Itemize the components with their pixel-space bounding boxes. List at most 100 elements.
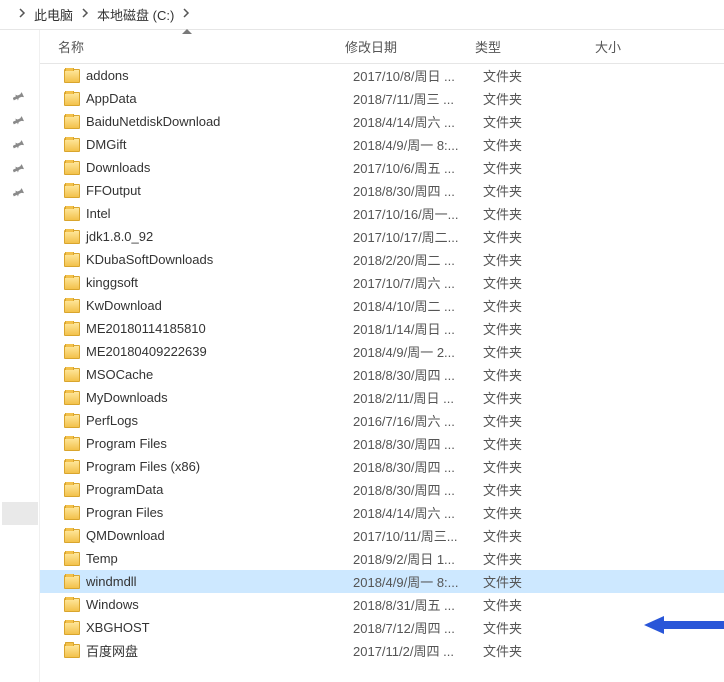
cell-type: 文件夹 bbox=[483, 549, 603, 568]
cell-type: 文件夹 bbox=[483, 135, 603, 154]
pin-icon[interactable] bbox=[11, 112, 29, 130]
file-row[interactable]: Program Files2018/8/30/周四 ...文件夹 bbox=[40, 432, 724, 455]
file-name-label: jdk1.8.0_92 bbox=[86, 229, 153, 244]
file-row[interactable]: DMGift2018/4/9/周一 8:...文件夹 bbox=[40, 133, 724, 156]
cell-date: 2017/10/8/周日 ... bbox=[353, 66, 483, 85]
file-row[interactable]: MyDownloads2018/2/11/周日 ...文件夹 bbox=[40, 386, 724, 409]
file-row[interactable]: kinggsoft2017/10/7/周六 ...文件夹 bbox=[40, 271, 724, 294]
breadcrumb[interactable]: 此电脑 本地磁盘 (C:) bbox=[0, 0, 724, 30]
pin-icon[interactable] bbox=[11, 88, 29, 106]
cell-date: 2018/8/30/周四 ... bbox=[353, 434, 483, 453]
file-rows: addons2017/10/8/周日 ...文件夹 AppData 2018/7/1… bbox=[40, 64, 724, 682]
file-row[interactable]: 百度网盘2017/11/2/周四 ...文件夹 bbox=[40, 639, 724, 662]
cell-name: ProgramData bbox=[64, 482, 353, 497]
column-header-label: 大小 bbox=[595, 37, 621, 56]
file-name-label: MSOCache bbox=[86, 367, 153, 382]
file-name-label: ME20180114185810 bbox=[86, 321, 206, 336]
cell-name: Intel bbox=[64, 206, 353, 221]
file-row[interactable]: QMDownload2017/10/11/周三...文件夹 bbox=[40, 524, 724, 547]
chevron-right-icon bbox=[81, 8, 89, 21]
cell-type: 文件夹 bbox=[483, 181, 603, 200]
folder-icon bbox=[64, 414, 80, 428]
file-row[interactable]: KDubaSoftDownloads2018/2/20/周二 ...文件夹 bbox=[40, 248, 724, 271]
folder-icon bbox=[64, 322, 80, 336]
folder-icon bbox=[64, 207, 80, 221]
file-row[interactable]: ProgramData2018/8/30/周四 ...文件夹 bbox=[40, 478, 724, 501]
file-row[interactable]: windmdll2018/4/9/周一 8:...文件夹 bbox=[40, 570, 724, 593]
file-row[interactable]: ME201801141858102018/1/14/周日 ...文件夹 bbox=[40, 317, 724, 340]
file-name-label: AppData bbox=[86, 91, 137, 106]
cell-name: MSOCache bbox=[64, 367, 353, 382]
cell-date: 2017/10/7/周六 ... bbox=[353, 273, 483, 292]
file-row[interactable]: Temp 2018/9/2/周日 1...文件夹 bbox=[40, 547, 724, 570]
column-headers: 名称 修改日期 类型 大小 bbox=[40, 30, 724, 64]
file-row[interactable]: Windows2018/8/31/周五 ...文件夹 bbox=[40, 593, 724, 616]
cell-date: 2018/4/14/周六 ... bbox=[353, 503, 483, 522]
file-row[interactable]: AppData2018/7/11/周三 ...文件夹 bbox=[40, 87, 724, 110]
cell-name: BaiduNetdiskDownload bbox=[64, 114, 353, 129]
file-name-label: Downloads bbox=[86, 160, 150, 175]
cell-name: AppData bbox=[64, 91, 353, 106]
cell-date: 2018/7/12/周四 ... bbox=[353, 618, 483, 637]
file-row[interactable]: Program Files (x86)2018/8/30/周四 ...文件夹 bbox=[40, 455, 724, 478]
cell-type: 文件夹 bbox=[483, 319, 603, 338]
column-header-size[interactable]: 大小 bbox=[585, 30, 685, 63]
file-list-area: 名称 修改日期 类型 大小 addons2017/10/8/周日 ...文件夹 A… bbox=[40, 30, 724, 682]
cell-date: 2018/9/2/周日 1... bbox=[353, 549, 483, 568]
folder-icon bbox=[64, 276, 80, 290]
cell-date: 2017/10/17/周二... bbox=[353, 227, 483, 246]
breadcrumb-item[interactable]: 此电脑 bbox=[32, 5, 75, 24]
cell-type: 文件夹 bbox=[483, 342, 603, 361]
cell-name: 百度网盘 bbox=[64, 641, 353, 660]
breadcrumb-item[interactable]: 本地磁盘 (C:) bbox=[95, 5, 176, 24]
column-header-type[interactable]: 类型 bbox=[465, 30, 585, 63]
cell-date: 2018/8/31/周五 ... bbox=[353, 595, 483, 614]
cell-date: 2018/8/30/周四 ... bbox=[353, 480, 483, 499]
folder-icon bbox=[64, 299, 80, 313]
file-row[interactable]: Progran Files2018/4/14/周六 ...文件夹 bbox=[40, 501, 724, 524]
folder-icon bbox=[64, 437, 80, 451]
cell-date: 2018/7/11/周三 ... bbox=[353, 89, 483, 108]
cell-name: KwDownload bbox=[64, 298, 353, 313]
pin-icon[interactable] bbox=[11, 160, 29, 178]
pin-icon[interactable] bbox=[11, 184, 29, 202]
cell-date: 2016/7/16/周六 ... bbox=[353, 411, 483, 430]
file-row[interactable]: Downloads2017/10/6/周五 ...文件夹 bbox=[40, 156, 724, 179]
file-row[interactable]: MSOCache2018/8/30/周四 ...文件夹 bbox=[40, 363, 724, 386]
folder-icon bbox=[64, 253, 80, 267]
cell-type: 文件夹 bbox=[483, 434, 603, 453]
folder-icon bbox=[64, 69, 80, 83]
cell-type: 文件夹 bbox=[483, 526, 603, 545]
column-header-date[interactable]: 修改日期 bbox=[335, 30, 465, 63]
pin-icon[interactable] bbox=[11, 136, 29, 154]
column-header-label: 类型 bbox=[475, 37, 501, 56]
column-header-label: 修改日期 bbox=[345, 37, 397, 56]
column-header-name[interactable]: 名称 bbox=[40, 30, 335, 63]
folder-icon bbox=[64, 575, 80, 589]
file-name-label: ProgramData bbox=[86, 482, 163, 497]
file-name-label: XBGHOST bbox=[86, 620, 150, 635]
file-row[interactable]: ME201804092226392018/4/9/周一 2...文件夹 bbox=[40, 340, 724, 363]
file-row[interactable]: addons2017/10/8/周日 ...文件夹 bbox=[40, 64, 724, 87]
sort-ascending-icon bbox=[182, 29, 192, 34]
file-name-label: PerfLogs bbox=[86, 413, 138, 428]
cell-name: Downloads bbox=[64, 160, 353, 175]
cell-type: 文件夹 bbox=[483, 641, 603, 660]
cell-type: 文件夹 bbox=[483, 112, 603, 131]
file-name-label: QMDownload bbox=[86, 528, 165, 543]
main-area: 名称 修改日期 类型 大小 addons2017/10/8/周日 ...文件夹 A… bbox=[0, 30, 724, 682]
cell-date: 2018/4/14/周六 ... bbox=[353, 112, 483, 131]
file-row[interactable]: PerfLogs2016/7/16/周六 ...文件夹 bbox=[40, 409, 724, 432]
file-row[interactable]: XBGHOST2018/7/12/周四 ...文件夹 bbox=[40, 616, 724, 639]
file-name-label: Temp bbox=[86, 551, 118, 566]
file-row[interactable]: BaiduNetdiskDownload2018/4/14/周六 ...文件夹 bbox=[40, 110, 724, 133]
cell-name: PerfLogs bbox=[64, 413, 353, 428]
file-row[interactable]: KwDownload2018/4/10/周二 ...文件夹 bbox=[40, 294, 724, 317]
file-row[interactable]: Intel2017/10/16/周一...文件夹 bbox=[40, 202, 724, 225]
cell-date: 2018/4/10/周二 ... bbox=[353, 296, 483, 315]
cell-type: 文件夹 bbox=[483, 250, 603, 269]
column-header-label: 名称 bbox=[58, 37, 84, 56]
file-row[interactable]: jdk1.8.0_922017/10/17/周二...文件夹 bbox=[40, 225, 724, 248]
folder-icon bbox=[64, 184, 80, 198]
file-row[interactable]: FFOutput2018/8/30/周四 ...文件夹 bbox=[40, 179, 724, 202]
